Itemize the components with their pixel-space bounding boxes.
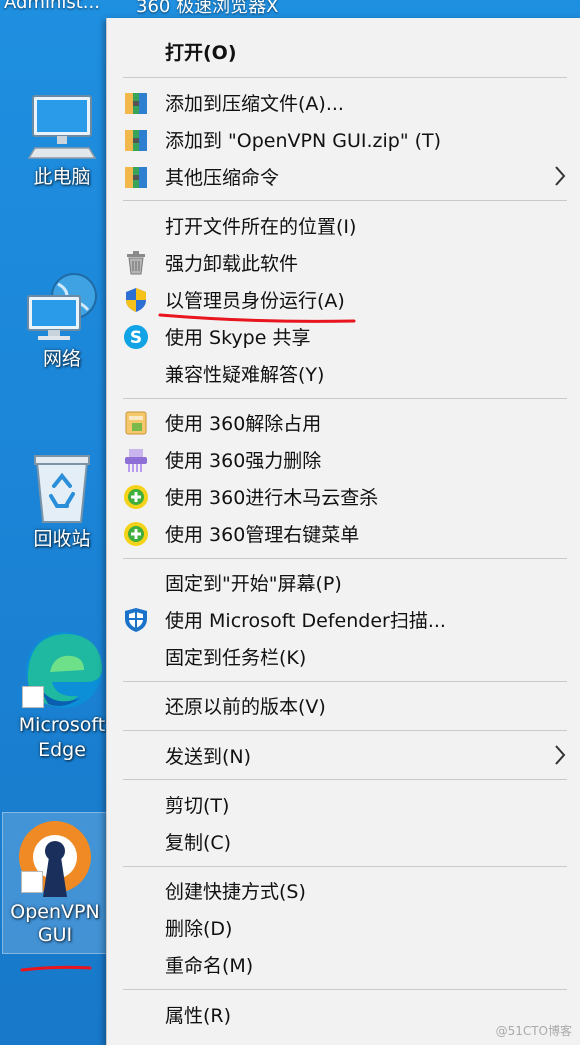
menu-item-pin-to-taskbar[interactable]: 固定到任务栏(K) [107, 638, 580, 675]
menu-item-360-manage-context-menu[interactable]: 使用 360管理右键菜单 [107, 515, 580, 552]
desktop-icon-label: 网络 [42, 348, 81, 370]
menu-item-label: 还原以前的版本(V) [165, 696, 326, 718]
desktop-label-administrator[interactable]: Administ... [4, 0, 100, 13]
menu-item-label: 剪切(T) [165, 795, 230, 817]
desktop-icon-label-line1: Microsoft [18, 714, 106, 736]
menu-item-copy[interactable]: 复制(C) [107, 823, 580, 860]
menu-item-360-force-delete[interactable]: 使用 360强力删除 [107, 441, 580, 478]
menu-item-label: 其他压缩命令 [165, 167, 280, 189]
menu-item-open[interactable]: 打开(O) [107, 33, 580, 70]
menu-item-label: 兼容性疑难解答(Y) [165, 364, 325, 386]
desktop-icon-this-pc[interactable]: 此电脑 [12, 92, 112, 191]
menu-item-label: 添加到压缩文件(A)... [165, 93, 344, 115]
menu-separator [123, 77, 567, 78]
menu-separator [123, 866, 567, 867]
desktop-label-360-browser[interactable]: 360 极速浏览器X [136, 0, 278, 16]
chevron-right-icon [555, 745, 566, 765]
menu-item-add-to-archive[interactable]: 添加到压缩文件(A)... [107, 84, 580, 121]
red-underline-annotation-run-as-admin [158, 313, 356, 323]
menu-item-force-uninstall[interactable]: 强力卸载此软件 [107, 244, 580, 281]
watermark: @51CTO博客 [495, 1024, 572, 1038]
shortcut-arrow-icon [22, 686, 44, 708]
menu-separator [123, 398, 567, 399]
menu-item-label: 以管理员身份运行(A) [165, 290, 345, 312]
defender-icon [125, 608, 147, 632]
menu-item-label: 打开(O) [165, 42, 237, 64]
menu-item-label: 使用 360进行木马云查杀 [165, 487, 379, 509]
menu-item-other-compression[interactable]: 其他压缩命令 [107, 158, 580, 195]
menu-item-cut[interactable]: 剪切(T) [107, 786, 580, 823]
chevron-right-icon [555, 166, 566, 186]
menu-item-label: 使用 Microsoft Defender扫描... [165, 610, 446, 632]
menu-item-open-file-location[interactable]: 打开文件所在的位置(I) [107, 207, 580, 244]
menu-item-add-to-zip[interactable]: 添加到 "OpenVPN GUI.zip" (T) [107, 121, 580, 158]
uac-shield-icon [126, 288, 146, 312]
menu-separator [123, 730, 567, 731]
menu-item-label: 使用 360解除占用 [165, 413, 322, 435]
archive-icon [125, 93, 147, 114]
desktop-icon-openvpn-gui[interactable]: OpenVPN GUI [2, 812, 108, 954]
menu-item-label: 创建快捷方式(S) [165, 881, 306, 903]
shortcut-arrow-icon [21, 871, 43, 893]
menu-item-delete[interactable]: 删除(D) [107, 909, 580, 946]
desktop-icon-label: 此电脑 [33, 166, 91, 188]
menu-item-label: 重命名(M) [165, 955, 254, 977]
menu-item-create-shortcut[interactable]: 创建快捷方式(S) [107, 872, 580, 909]
menu-item-label: 固定到任务栏(K) [165, 647, 307, 669]
shredder-icon [125, 449, 147, 472]
menu-separator [123, 558, 567, 559]
recycle-bin-icon [34, 455, 90, 523]
menu-separator [123, 989, 567, 990]
menu-item-label: 使用 360管理右键菜单 [165, 524, 360, 546]
360-icon [124, 485, 148, 509]
menu-item-send-to[interactable]: 发送到(N) [107, 737, 580, 774]
trash-icon [127, 251, 145, 275]
menu-item-label: 复制(C) [165, 832, 232, 854]
menu-item-pin-to-start[interactable]: 固定到"开始"屏幕(P) [107, 564, 580, 601]
menu-item-label: 打开文件所在的位置(I) [165, 216, 357, 238]
desktop-icon-label-line2: Edge [38, 739, 86, 761]
menu-item-label: 使用 Skype 共享 [165, 327, 311, 349]
menu-item-label: 属性(R) [165, 1005, 232, 1027]
network-globe-icon [27, 273, 97, 340]
menu-item-troubleshoot-compatibility[interactable]: 兼容性疑难解答(Y) [107, 355, 580, 392]
archive-icon [125, 167, 147, 188]
menu-item-label: 发送到(N) [165, 746, 252, 768]
skype-icon: S [124, 325, 148, 349]
menu-item-label: 强力卸载此软件 [165, 253, 299, 275]
context-menu: 打开(O) 添加到压缩文件(A)... 添加到 "OpenVPN GUI.zip… [106, 18, 580, 1045]
menu-item-360-trojan-scan[interactable]: 使用 360进行木马云查杀 [107, 478, 580, 515]
360-icon [124, 522, 148, 546]
menu-item-label: 固定到"开始"屏幕(P) [165, 573, 342, 595]
menu-separator [123, 200, 567, 201]
menu-item-label: 删除(D) [165, 918, 233, 940]
desktop-icon-label-line2: GUI [37, 924, 73, 946]
menu-separator [123, 681, 567, 682]
unlock-icon [125, 411, 147, 435]
archive-icon [125, 130, 147, 151]
desktop-icon-recycle-bin[interactable]: 回收站 [12, 452, 112, 553]
red-underline-annotation-openvpn [20, 965, 92, 972]
menu-item-360-unlock[interactable]: 使用 360解除占用 [107, 404, 580, 441]
menu-item-label: 添加到 "OpenVPN GUI.zip" (T) [165, 130, 442, 152]
menu-item-restore-previous-versions[interactable]: 还原以前的版本(V) [107, 687, 580, 724]
desktop-icon-network[interactable]: 网络 [12, 270, 112, 373]
desktop-icon-edge[interactable]: Microsoft Edge [12, 628, 112, 764]
svg-text:S: S [130, 328, 142, 348]
menu-item-label: 使用 360强力删除 [165, 450, 322, 472]
computer-icon [27, 95, 97, 159]
desktop-top-labels: Administ... 360 极速浏览器X [0, 0, 580, 16]
menu-item-rename[interactable]: 重命名(M) [107, 946, 580, 983]
menu-separator [123, 779, 567, 780]
desktop-icon-label: 回收站 [33, 528, 91, 550]
menu-item-defender-scan[interactable]: 使用 Microsoft Defender扫描... [107, 601, 580, 638]
